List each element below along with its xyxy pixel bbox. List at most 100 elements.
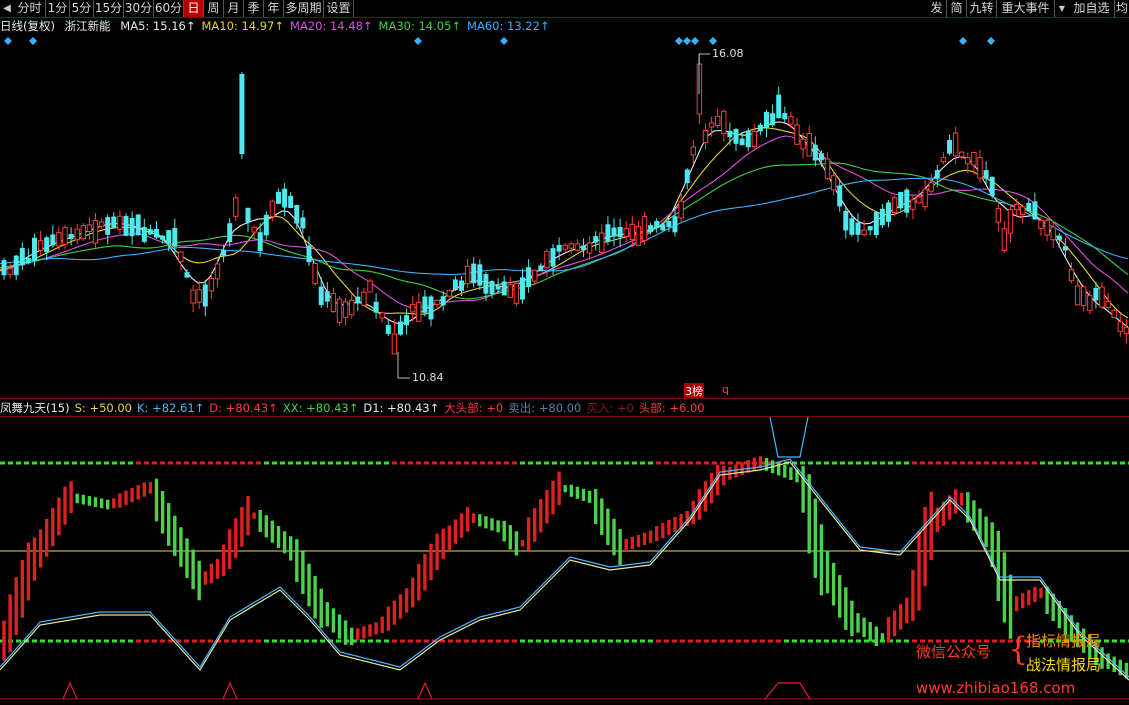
ma-legend: 日线(复权) 浙江新能 MA5: 15.16↑ MA10: 14.97↑ MA20:… xyxy=(0,18,562,34)
ma-legend-item: MA10: 14.97↑ xyxy=(201,19,285,33)
indicator-bar xyxy=(148,482,153,494)
indicator-bar xyxy=(45,518,49,557)
indicator-bar xyxy=(392,600,397,625)
indicator-bar xyxy=(362,626,366,639)
indicator-bar xyxy=(240,507,244,547)
indicator-legend-item: 买入: +0 xyxy=(586,401,634,415)
indicator-bar xyxy=(167,503,171,546)
indicator-bar xyxy=(264,515,268,538)
indicator-bar xyxy=(69,481,73,514)
indicator-bar xyxy=(612,518,616,556)
indicator-bar xyxy=(868,622,872,642)
ma-settings-button[interactable]: 均线 xyxy=(1115,0,1129,17)
indicator-bar xyxy=(374,622,378,635)
candle xyxy=(312,262,318,286)
panel-divider xyxy=(0,398,1129,399)
dropdown-icon[interactable]: ▼ xyxy=(1055,0,1069,17)
indicator-bar xyxy=(112,498,116,509)
toolbar-button-1[interactable]: 简 xyxy=(947,0,967,17)
watermark-line1: 指标情报局 xyxy=(1026,632,1102,650)
indicator-bar xyxy=(99,498,104,509)
indicator-bar xyxy=(106,499,110,510)
indicator-bar xyxy=(984,516,988,547)
indicator-bar xyxy=(258,509,262,532)
event-tag[interactable]: 3榜 xyxy=(684,383,704,399)
candlestick-chart[interactable] xyxy=(0,34,1129,398)
candle xyxy=(336,295,343,326)
stock-name: 浙江新能 xyxy=(64,19,111,33)
high-price-label: 16.08 xyxy=(712,47,744,60)
period-tab-12[interactable]: 设置 xyxy=(324,0,354,17)
ma-legend-item: MA20: 14.48↑ xyxy=(290,19,373,33)
indicator-bar xyxy=(179,527,183,567)
period-tab-5[interactable]: 60分 xyxy=(154,0,184,17)
indicator-bar xyxy=(252,512,256,519)
indicator-bar xyxy=(350,627,354,646)
indicator-legend-item: D: +80.43↑ xyxy=(209,401,278,415)
indicator-bar xyxy=(520,540,525,547)
indicator-bar xyxy=(81,494,85,505)
toolbar-button-2[interactable]: 九转 xyxy=(967,0,997,17)
indicator-bar xyxy=(1021,593,1025,609)
candle xyxy=(898,191,904,211)
add-favorite-button[interactable]: 加自选 xyxy=(1069,0,1115,17)
indicator-bar xyxy=(38,529,43,568)
candle xyxy=(989,176,995,199)
indicator-bar xyxy=(673,516,677,533)
indicator-bar xyxy=(209,563,214,584)
indicator-bar xyxy=(856,613,860,633)
indicator-legend-item: 凤舞九天(15) xyxy=(0,401,70,415)
indicator-legend: 凤舞九天(15) S: +50.00 K: +82.61↑ D: +80.43↑ XX:… xyxy=(0,400,710,416)
indicator-bar xyxy=(813,498,817,578)
indicator-bar xyxy=(411,577,415,608)
indicator-bar xyxy=(600,498,604,535)
indicator-legend-item: 大头部: +0 xyxy=(444,401,504,415)
period-tab-10[interactable]: 年 xyxy=(264,0,284,17)
low-price-label: 10.84 xyxy=(412,371,444,384)
toolbar-button-0[interactable]: 发 xyxy=(927,0,947,17)
indicator-bar xyxy=(319,588,323,628)
indicator-bar xyxy=(75,493,79,504)
period-tab-3[interactable]: 15分 xyxy=(94,0,124,17)
indicator-bar xyxy=(130,487,134,503)
indicator-bar xyxy=(478,514,482,527)
period-tab-0[interactable]: 分时 xyxy=(14,0,46,17)
indicator-bar xyxy=(87,496,92,506)
period-tab-1[interactable]: 1分 xyxy=(46,0,70,17)
indicator-bar xyxy=(496,520,500,533)
indicator-bar xyxy=(892,610,897,637)
scroll-left-icon[interactable]: ◀ xyxy=(0,0,14,17)
indicator-bar xyxy=(51,508,55,547)
indicator-bar xyxy=(435,533,439,571)
period-tab-2[interactable]: 5分 xyxy=(70,0,94,17)
period-tab-4[interactable]: 30分 xyxy=(124,0,154,17)
indicator-bar xyxy=(246,495,250,536)
indicator-bar xyxy=(960,493,964,506)
candle xyxy=(641,211,648,245)
indicator-bar xyxy=(752,457,756,471)
indicator-bar xyxy=(234,518,238,558)
period-tab-7[interactable]: 周 xyxy=(204,0,224,17)
period-tab-11[interactable]: 多周期 xyxy=(284,0,324,17)
period-tab-8[interactable]: 月 xyxy=(224,0,244,17)
candle xyxy=(873,211,879,239)
indicator-bar xyxy=(819,524,824,596)
indicator-bar xyxy=(594,489,598,524)
candle xyxy=(513,281,520,307)
indicator-bar xyxy=(289,536,293,561)
indicator-bar xyxy=(569,484,573,497)
ma-legend-item: MA30: 14.05↑ xyxy=(378,19,462,33)
watermark-url: www.zhibiao168.com xyxy=(916,679,1076,697)
indicator-bar xyxy=(838,575,842,618)
indicator-bar xyxy=(1027,590,1031,606)
indicator-bar xyxy=(118,493,122,508)
indicator-bar xyxy=(996,531,1000,602)
toolbar-button-3[interactable]: 重大事件 xyxy=(997,0,1055,17)
indicator-bar xyxy=(2,620,6,661)
indicator-bar xyxy=(801,466,805,513)
period-tab-6[interactable]: 日 xyxy=(184,0,204,17)
period-tab-9[interactable]: 季 xyxy=(244,0,264,17)
event-tag-q[interactable]: q xyxy=(722,383,729,396)
indicator-bar xyxy=(667,519,671,536)
indicator-bar xyxy=(630,536,634,549)
